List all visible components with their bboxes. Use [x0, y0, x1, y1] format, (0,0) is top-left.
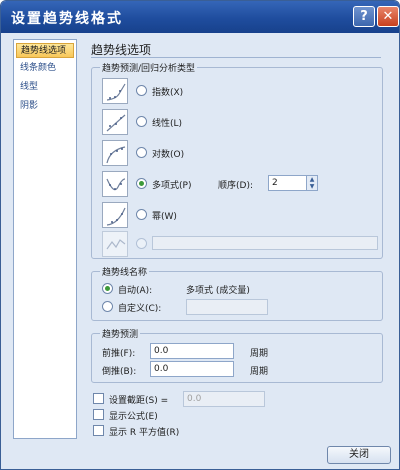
- nav-item-line-color[interactable]: 线条颜色: [16, 61, 74, 76]
- show-r-squared-label: 显示 R 平方值(R): [109, 428, 180, 438]
- help-button[interactable]: ?: [353, 6, 375, 27]
- order-value: 2: [272, 178, 278, 188]
- title-bar[interactable]: 设置趋势线格式 ? ✕: [1, 1, 399, 33]
- moving-average-trend-icon: [102, 231, 128, 257]
- auto-name-label: 自动(A):: [118, 286, 153, 296]
- radio-polynomial[interactable]: [136, 178, 147, 189]
- nav-item-shadow[interactable]: 阴影: [16, 99, 74, 114]
- dialog-title: 设置趋势线格式: [11, 11, 123, 27]
- auto-name-value: 多项式 (成交量): [186, 286, 250, 296]
- polynomial-label: 多项式(P): [152, 181, 192, 191]
- close-button[interactable]: 关闭: [327, 446, 391, 464]
- intercept-field[interactable]: 0.0: [183, 391, 265, 407]
- set-intercept-checkbox[interactable]: [93, 393, 104, 404]
- power-label: 幂(W): [152, 212, 177, 222]
- order-label: 顺序(D):: [218, 181, 253, 191]
- trend-type-group: 趋势预测/回归分析类型 指数(X) 线性(L) 对数(O) 多项式(P) 顺序(…: [91, 61, 383, 259]
- power-trend-icon[interactable]: [102, 202, 128, 228]
- set-intercept-label: 设置截距(S) =: [109, 396, 169, 406]
- custom-name-label: 自定义(C):: [118, 304, 162, 314]
- moving-average-period-field: [152, 236, 378, 250]
- logarithmic-trend-icon[interactable]: [102, 140, 128, 166]
- nav-item-line-style[interactable]: 线型: [16, 80, 74, 95]
- forecast-group-label: 趋势预测: [100, 327, 141, 340]
- radio-auto-name[interactable]: [102, 283, 113, 294]
- exponential-label: 指数(X): [152, 88, 184, 98]
- forward-label: 前推(F):: [102, 349, 136, 359]
- close-window-button[interactable]: ✕: [377, 6, 399, 27]
- backward-periods-field[interactable]: 0.0: [150, 361, 234, 377]
- radio-custom-name[interactable]: [102, 301, 113, 312]
- radio-linear[interactable]: [136, 116, 147, 127]
- polynomial-trend-icon[interactable]: [102, 171, 128, 197]
- options-panel: 趋势线选项 趋势预测/回归分析类型 指数(X) 线性(L) 对数(O) 多项式(…: [83, 39, 389, 439]
- order-spinner[interactable]: 2 ▲ ▼: [268, 175, 318, 191]
- linear-label: 线性(L): [152, 119, 183, 129]
- radio-exponential[interactable]: [136, 85, 147, 96]
- backward-unit: 周期: [250, 367, 269, 377]
- logarithmic-label: 对数(O): [152, 150, 185, 160]
- linear-trend-icon[interactable]: [102, 109, 128, 135]
- show-equation-label: 显示公式(E): [109, 412, 158, 422]
- nav-item-trendline-options[interactable]: 趋势线选项: [16, 43, 74, 58]
- trend-type-group-label: 趋势预测/回归分析类型: [100, 61, 198, 74]
- trendline-name-group: 趋势线名称 自动(A): 多项式 (成交量) 自定义(C):: [91, 265, 383, 321]
- panel-heading: 趋势线选项: [91, 43, 152, 57]
- radio-logarithmic[interactable]: [136, 147, 147, 158]
- backward-label: 倒推(B):: [102, 367, 137, 377]
- radio-moving-average: [136, 238, 147, 249]
- heading-divider: [91, 57, 381, 58]
- radio-power[interactable]: [136, 209, 147, 220]
- format-trendline-dialog: 设置趋势线格式 ? ✕ 趋势线选项 线条颜色 线型 阴影 趋势线选项 趋势预测/…: [0, 0, 400, 470]
- trendline-name-group-label: 趋势线名称: [100, 265, 150, 278]
- forward-unit: 周期: [250, 349, 269, 359]
- show-r-squared-checkbox[interactable]: [93, 425, 104, 436]
- exponential-trend-icon[interactable]: [102, 78, 128, 104]
- show-equation-checkbox[interactable]: [93, 409, 104, 420]
- forward-periods-field[interactable]: 0.0: [150, 343, 234, 359]
- custom-name-field[interactable]: [186, 299, 268, 315]
- forecast-group: 趋势预测 前推(F): 0.0 周期 倒推(B): 0.0 周期: [91, 327, 383, 383]
- category-list: 趋势线选项 线条颜色 线型 阴影: [13, 39, 77, 439]
- order-spin-arrows[interactable]: ▲ ▼: [306, 176, 317, 190]
